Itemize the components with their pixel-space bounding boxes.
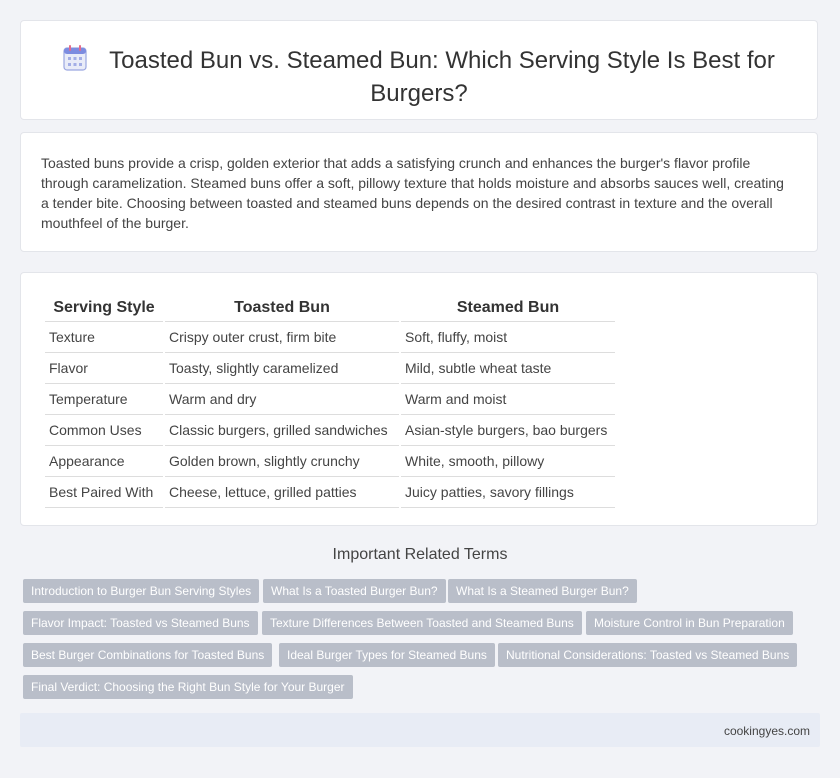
column-header: Steamed Bun [401,295,615,322]
table-cell: Warm and dry [165,384,399,415]
related-term-link[interactable]: Best Burger Combinations for Toasted Bun… [23,643,273,667]
table-cell: Crispy outer crust, firm bite [165,322,399,353]
related-term-link[interactable]: What Is a Steamed Burger Bun? [448,579,637,603]
comparison-table: Serving Style Toasted Bun Steamed Bun Te… [43,295,617,508]
table-cell: Juicy patties, savory fillings [401,477,615,508]
related-term-link[interactable]: What Is a Toasted Burger Bun? [263,579,446,603]
table-cell: White, smooth, pillowy [401,446,615,477]
related-term-link[interactable]: Ideal Burger Types for Steamed Buns [279,643,495,667]
table-row: Temperature Warm and dry Warm and moist [45,384,615,415]
table-cell: Toasty, slightly caramelized [165,353,399,384]
footer: cookingyes.com [20,713,820,747]
related-term-link[interactable]: Moisture Control in Bun Preparation [586,611,793,635]
table-cell: Warm and moist [401,384,615,415]
column-header: Serving Style [45,295,163,322]
related-term-link[interactable]: Flavor Impact: Toasted vs Steamed Buns [23,611,258,635]
site-name: cookingyes.com [723,724,810,738]
table-cell: Mild, subtle wheat taste [401,353,615,384]
table-cell: Classic burgers, grilled sandwiches [165,415,399,446]
table-header-row: Serving Style Toasted Bun Steamed Bun [45,295,615,322]
header-card: Toasted Bun vs. Steamed Bun: Which Servi… [20,20,818,120]
table-cell: Golden brown, slightly crunchy [165,446,399,477]
table-cell: Common Uses [45,415,163,446]
page-title: Toasted Bun vs. Steamed Bun: Which Servi… [109,47,775,107]
table-cell: Cheese, lettuce, grilled patties [165,477,399,508]
intro-card: Toasted buns provide a crisp, golden ext… [20,132,818,252]
table-cell: Texture [45,322,163,353]
table-row: Flavor Toasty, slightly caramelized Mild… [45,353,615,384]
intro-paragraph: Toasted buns provide a crisp, golden ext… [41,155,784,231]
table-cell: Flavor [45,353,163,384]
page-title-row: Toasted Bun vs. Steamed Bun: Which Servi… [21,45,817,109]
table-row: Appearance Golden brown, slightly crunch… [45,446,615,477]
table-row: Common Uses Classic burgers, grilled san… [45,415,615,446]
table-row: Best Paired With Cheese, lettuce, grille… [45,477,615,508]
table-row: Texture Crispy outer crust, firm bite So… [45,322,615,353]
related-term-link[interactable]: Final Verdict: Choosing the Right Bun St… [23,675,353,699]
related-term-link[interactable]: Introduction to Burger Bun Serving Style… [23,579,260,603]
column-header: Toasted Bun [165,295,399,322]
related-terms-heading: Important Related Terms [332,546,508,563]
table-cell: Best Paired With [45,477,163,508]
calendar-icon [63,45,87,79]
table-cell: Appearance [45,446,163,477]
table-cell: Soft, fluffy, moist [401,322,615,353]
related-term-link[interactable]: Texture Differences Between Toasted and … [262,611,582,635]
comparison-card: Serving Style Toasted Bun Steamed Bun Te… [20,272,818,526]
related-term-link[interactable]: Nutritional Considerations: Toasted vs S… [498,643,798,667]
table-cell: Temperature [45,384,163,415]
table-cell: Asian-style burgers, bao burgers [401,415,615,446]
